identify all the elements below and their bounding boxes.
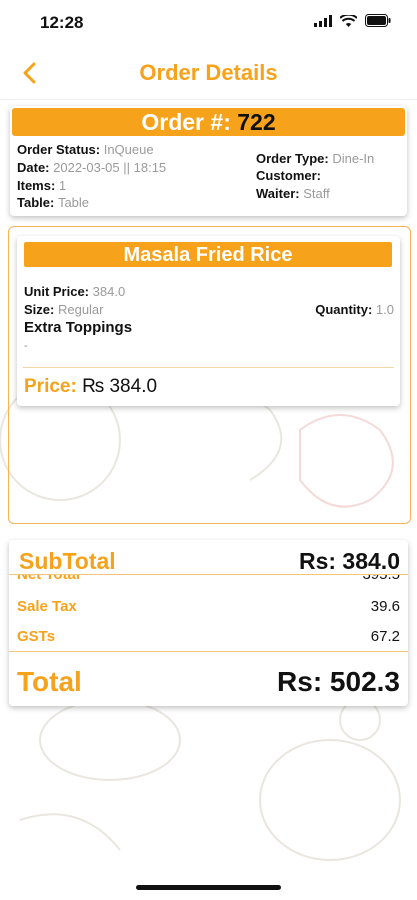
order-number-banner: Order #: 722 xyxy=(12,108,405,136)
item-size-label: Size: xyxy=(24,302,55,317)
tax-breakdown[interactable]: Net Total 395.5 Sale Tax 39.6 GSTs 67.2 xyxy=(9,574,408,652)
item-unit-price-row: Unit Price: 384.0 xyxy=(24,284,125,299)
sale-tax-row: Sale Tax 39.6 xyxy=(17,598,400,618)
subtotal-row: SubTotal Rs: 384.0 xyxy=(19,548,400,576)
home-indicator[interactable] xyxy=(136,885,281,890)
order-number: 722 xyxy=(237,109,276,135)
battery-icon xyxy=(365,14,391,27)
net-total-value: 395.5 xyxy=(362,574,400,583)
order-status-label: Order Status: xyxy=(17,142,101,157)
total-row: Total Rs: 502.3 xyxy=(17,666,400,700)
order-number-label: Order #: xyxy=(141,109,231,135)
order-customer-row: Customer: xyxy=(256,168,321,183)
totals-card: SubTotal Rs: 384.0 Net Total 395.5 Sale … xyxy=(9,540,408,706)
item-price-label: Price: xyxy=(24,376,77,397)
navigation-bar: Order Details xyxy=(0,48,417,100)
order-status-value: InQueue xyxy=(103,142,154,157)
total-value: Rs: 502.3 xyxy=(277,666,400,697)
item-price-value: ₨ 384.0 xyxy=(82,376,158,397)
item-unit-price-value: 384.0 xyxy=(92,284,126,299)
order-waiter-label: Waiter: xyxy=(256,186,300,201)
item-name: Masala Fried Rice xyxy=(24,242,392,267)
status-icons xyxy=(314,14,391,27)
order-type-label: Order Type: xyxy=(256,151,329,166)
gst-row: GSTs 67.2 xyxy=(17,628,400,648)
order-date-row: Date: 2022-03-05 || 18:15 xyxy=(17,160,166,175)
order-date-value: 2022-03-05 || 18:15 xyxy=(53,160,167,175)
item-size-row: Size: Regular xyxy=(24,302,104,317)
status-time: 12:28 xyxy=(40,13,84,32)
order-items-label: Items: xyxy=(17,178,56,193)
signal-icon xyxy=(314,14,332,27)
item-price-row: Price: ₨ 384.0 xyxy=(24,376,157,398)
order-table-row: Table: Table xyxy=(17,195,89,210)
gst-label: GSTs xyxy=(17,628,56,645)
order-type-row: Order Type: Dine-In xyxy=(256,151,374,166)
item-size-value: Regular xyxy=(57,302,104,317)
order-item-card[interactable]: Masala Fried Rice Unit Price: 384.0 Size… xyxy=(17,236,400,406)
gst-value: 67.2 xyxy=(370,628,400,645)
order-type-value: Dine-In xyxy=(332,151,375,166)
item-toppings-value: - xyxy=(24,340,28,352)
order-status-row: Order Status: InQueue xyxy=(17,142,154,157)
net-total-row: Net Total 395.5 xyxy=(17,574,400,586)
order-items-row: Items: 1 xyxy=(17,178,66,193)
net-total-label: Net Total xyxy=(17,574,81,583)
item-divider xyxy=(23,367,394,368)
order-table-label: Table: xyxy=(17,195,55,210)
item-toppings-label: Extra Toppings xyxy=(24,319,133,336)
order-waiter-value: Staff xyxy=(303,186,330,201)
sale-tax-value: 39.6 xyxy=(370,598,400,615)
total-label: Total xyxy=(17,666,82,697)
wifi-icon xyxy=(340,14,357,27)
order-date-label: Date: xyxy=(17,160,50,175)
item-quantity-value: 1.0 xyxy=(375,302,394,317)
item-unit-price-label: Unit Price: xyxy=(24,284,90,299)
order-waiter-row: Waiter: Staff xyxy=(256,186,330,201)
page-title: Order Details xyxy=(139,60,278,85)
order-items-value: 1 xyxy=(58,178,67,193)
subtotal-value: Rs: 384.0 xyxy=(298,548,400,574)
status-bar: 12:28 xyxy=(0,0,417,48)
sale-tax-label: Sale Tax xyxy=(17,598,77,615)
subtotal-label: SubTotal xyxy=(19,548,116,574)
order-table-value: Table xyxy=(57,195,90,210)
item-quantity-label: Quantity: xyxy=(315,302,373,317)
order-customer-label: Customer: xyxy=(256,168,322,183)
order-summary-card: Order #: 722 Order Status: InQueue Date:… xyxy=(10,106,407,216)
item-quantity-row: Quantity: 1.0 xyxy=(315,302,394,317)
